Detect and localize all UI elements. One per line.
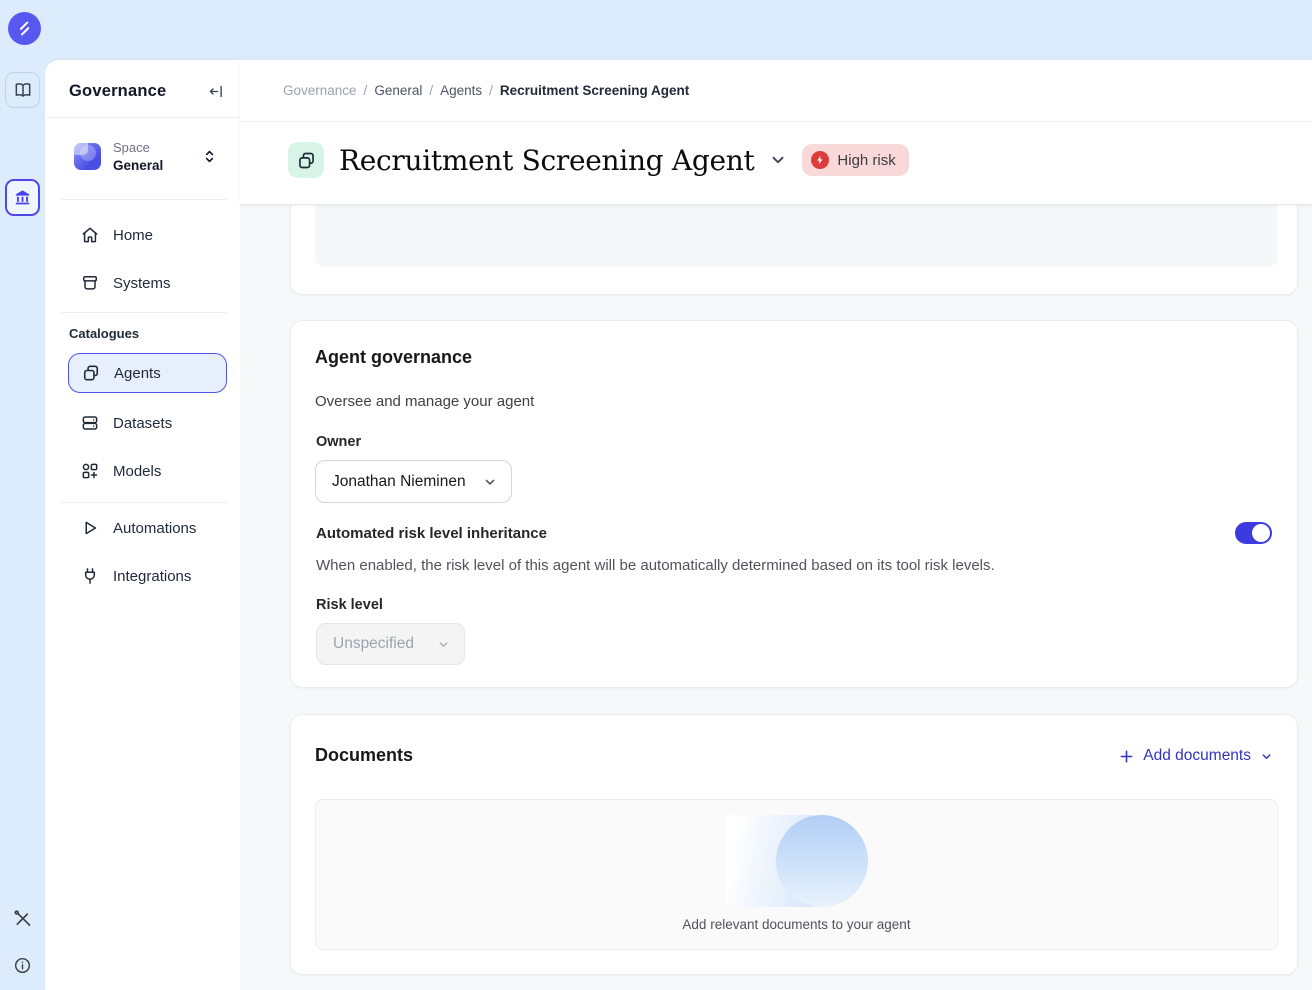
docs-library-button[interactable] [5,72,40,108]
space-selector[interactable]: Space General [45,128,240,194]
platform-fields-panel: Platform specific fields [315,205,1278,266]
risk-level-value: Unspecified [333,635,414,653]
info-button[interactable] [13,956,32,975]
sidebar-item-automations[interactable]: Automations [45,508,240,548]
documents-empty-text: Add relevant documents to your agent [316,917,1277,932]
sidebar-item-label: Home [113,227,153,244]
documents-empty-panel: Add relevant documents to your agent [315,799,1278,950]
sidebar-item-agents[interactable]: Agents [68,353,227,393]
breadcrumb-item[interactable]: Governance [283,83,357,98]
left-rail [0,60,45,990]
catalogues-heading: Catalogues [69,326,139,341]
breadcrumb: Governance / General / Agents / Recruitm… [283,83,689,98]
sidebar-item-systems[interactable]: Systems [45,263,240,303]
risk-bolt-icon [811,151,829,169]
breadcrumb-separator: / [364,83,368,98]
breadcrumb-current: Recruitment Screening Agent [500,83,689,98]
chevron-down-icon [437,638,450,651]
governance-card-title: Agent governance [315,347,472,368]
sidebar-item-label: Automations [113,520,196,537]
page-title: Recruitment Screening Agent [339,144,754,177]
sidebar-item-label: Integrations [113,568,191,585]
sidebar-item-integrations[interactable]: Integrations [45,556,240,596]
governance-card-subtitle: Oversee and manage your agent [315,393,534,410]
home-icon [80,225,100,245]
sidebar-item-label: Agents [114,365,161,382]
toggle-knob [1252,524,1270,542]
tools-icon [12,908,33,929]
sidebar-title: Governance [69,82,166,101]
platform-fields-toggle[interactable]: Platform specific fields [332,205,531,206]
sidebar-item-models[interactable]: Models [45,451,240,491]
logo-bolt-icon [15,19,34,38]
space-avatar [74,143,101,170]
add-documents-label: Add documents [1143,747,1251,765]
risk-level-select[interactable]: Unspecified [316,623,465,665]
documents-empty-illustration [726,815,868,907]
space-name: General [113,158,163,173]
play-icon [80,518,100,538]
sidebar-item-label: Systems [113,275,171,292]
plug-icon [80,566,100,586]
plus-icon [1119,749,1134,764]
agent-governance-card: Agent governance Oversee and manage your… [290,320,1298,688]
datasets-icon [80,413,100,433]
chevron-down-icon [1260,750,1273,763]
add-documents-button[interactable]: Add documents [1119,747,1273,765]
documents-card-title: Documents [315,745,413,766]
risk-badge-label: High risk [837,152,895,169]
app-logo[interactable] [8,12,41,45]
book-icon [13,80,33,100]
chevron-down-icon [483,475,497,489]
title-chevron-down-icon[interactable] [769,151,787,169]
breadcrumb-separator: / [489,83,493,98]
agents-copy-icon [81,363,101,383]
risk-inheritance-label: Automated risk level inheritance [316,525,547,542]
breadcrumb-separator: / [429,83,433,98]
info-icon [13,956,32,975]
agent-type-icon-badge [288,142,324,178]
owner-value: Jonathan Nieminen [332,473,466,491]
risk-inheritance-toggle[interactable] [1235,522,1272,544]
governance-app-button[interactable] [5,179,40,216]
collapse-icon [208,83,225,100]
risk-inheritance-description: When enabled, the risk level of this age… [316,557,995,574]
sidebar: Governance Space General Home Systems Ca… [45,60,240,990]
sidebar-item-home[interactable]: Home [45,215,240,255]
agent-copy-icon [296,150,317,171]
page-header: Governance / General / Agents / Recruitm… [240,60,1312,205]
sidebar-item-label: Models [113,463,161,480]
tools-button[interactable] [12,908,33,929]
platform-fields-label: Platform specific fields [332,205,496,206]
breadcrumb-item[interactable]: Agents [440,83,482,98]
sidebar-item-label: Datasets [113,415,172,432]
risk-badge: High risk [802,144,908,176]
owner-select[interactable]: Jonathan Nieminen [315,460,512,503]
risk-level-label: Risk level [316,597,383,613]
owner-label: Owner [316,434,361,450]
sidebar-collapse-button[interactable] [208,83,225,100]
sidebar-item-datasets[interactable]: Datasets [45,403,240,443]
title-row: Recruitment Screening Agent High risk [288,142,909,178]
chevron-up-down-icon [203,148,216,165]
platform-fields-card: Platform specific fields [290,205,1298,295]
models-icon [80,461,100,481]
space-label: Space [113,140,150,155]
breadcrumb-item[interactable]: General [374,83,422,98]
main-area: Platform specific fields Agent governanc… [240,60,1312,990]
bank-icon [13,188,32,207]
top-bar [0,0,1312,60]
documents-card: Documents Add documents Add relevant doc… [290,714,1298,975]
archive-box-icon [80,273,100,293]
content-scroll-area[interactable]: Platform specific fields Agent governanc… [240,205,1312,990]
